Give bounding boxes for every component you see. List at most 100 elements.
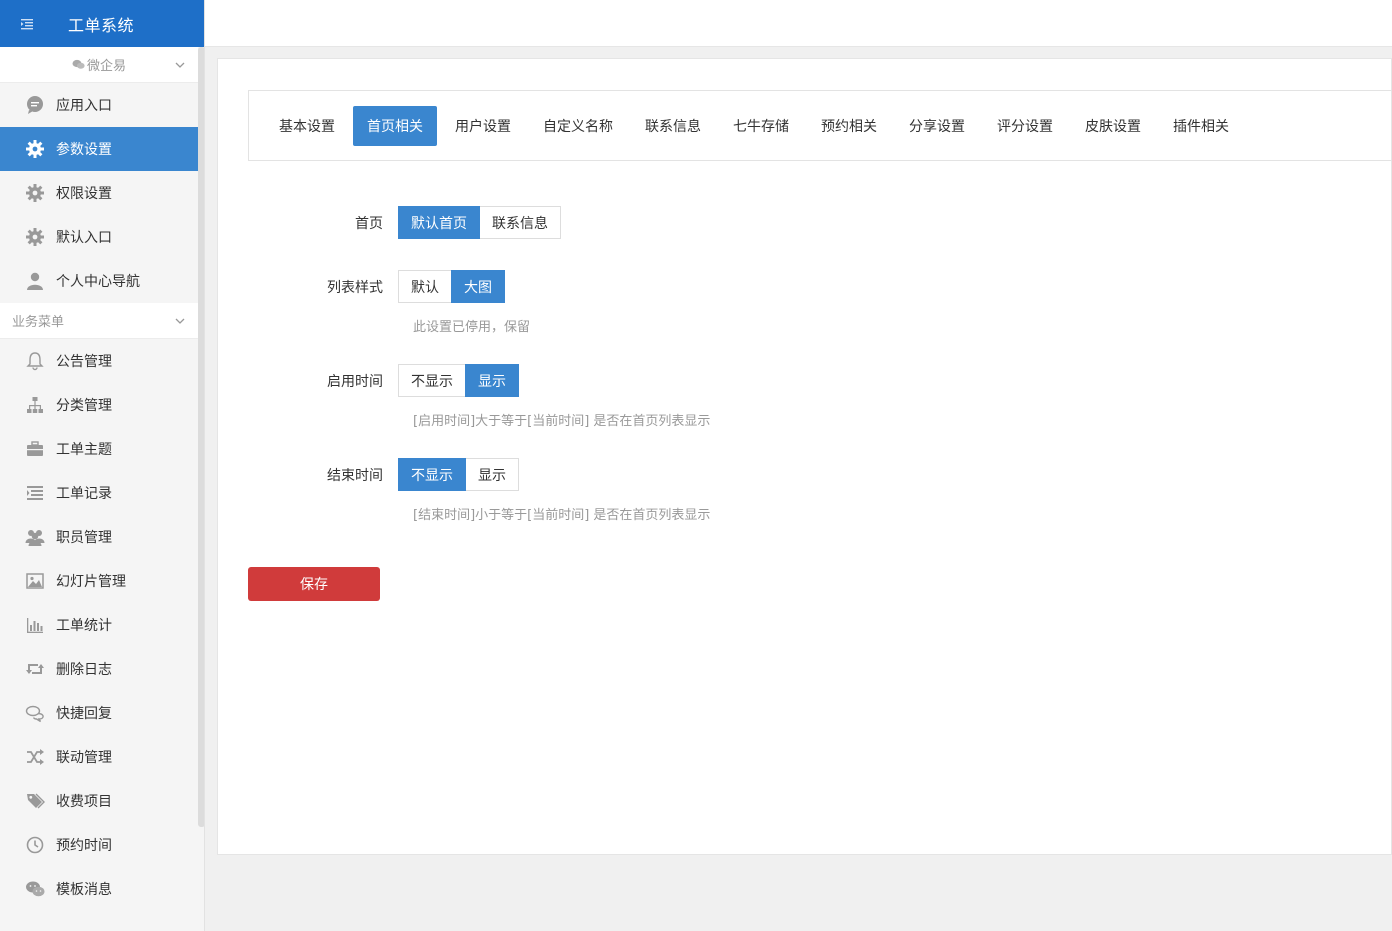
sidebar-item-label: 预约时间: [56, 838, 112, 854]
sidebar-item[interactable]: 删除日志: [0, 647, 198, 691]
sidebar-item[interactable]: 幻灯片管理: [0, 559, 198, 603]
form-row-home: 首页 默认首页 联系信息: [218, 206, 561, 239]
settings-tab[interactable]: 用户设置: [441, 106, 525, 146]
wechat-icon: [26, 881, 45, 897]
sitemap-icon: [27, 397, 43, 413]
toggle-option[interactable]: 联系信息: [479, 206, 561, 239]
hint-text: [启用时间]大于等于[当前时间] 是否在首页列表显示: [413, 414, 711, 429]
sidebar-item-label: 职员管理: [56, 530, 112, 546]
sidebar-item-label: 工单主题: [56, 442, 112, 458]
form-label: 列表样式: [327, 279, 383, 296]
sidebar-item-label: 模板消息: [56, 882, 112, 898]
app-title: 工单系统: [68, 15, 135, 35]
sidebar-group-business[interactable]: 业务菜单: [0, 303, 198, 339]
sidebar-item-label: 工单统计: [56, 618, 112, 634]
settings-tab[interactable]: 分享设置: [895, 106, 979, 146]
form-label: 启用时间: [327, 373, 383, 390]
retweet-icon: [26, 664, 44, 674]
briefcase-icon: [27, 441, 43, 456]
gear-icon: [26, 228, 44, 246]
sidebar-item-label: 默认入口: [56, 230, 112, 246]
sidebar-item-label: 快捷回复: [56, 706, 112, 722]
sidebar-item-label: 参数设置: [56, 142, 112, 158]
form-label: 结束时间: [327, 467, 383, 484]
sidebar: 工单系统 微企易 应用入口参数设置权限设置默认入口个人中心导航 业务菜单 公告管…: [0, 0, 205, 931]
sidebar-group-label: 业务菜单: [12, 315, 65, 330]
indent-icon: [21, 18, 33, 29]
sidebar-item[interactable]: 联动管理: [0, 735, 198, 779]
sidebar-item-label: 删除日志: [56, 662, 112, 678]
settings-tab[interactable]: 皮肤设置: [1071, 106, 1155, 146]
content-panel: 基本设置 首页相关 用户设置 自定义名称 联系信息 七牛存储 预约相关 分享设置 评分设置 皮肤设…: [217, 58, 1392, 855]
sidebar-item[interactable]: 工单统计: [0, 603, 198, 647]
sidebar-group-weiqiyi[interactable]: 微企易: [0, 47, 198, 83]
toggle-option[interactable]: 不显示: [398, 364, 466, 397]
sidebar-item-label: 幻灯片管理: [56, 574, 126, 590]
toggle-option[interactable]: 显示: [465, 458, 519, 491]
comments-icon: [25, 705, 44, 723]
sidebar-item[interactable]: 个人中心导航: [0, 259, 198, 303]
menu-toggle-button[interactable]: [0, 17, 54, 31]
settings-tab[interactable]: 基本设置: [265, 106, 349, 146]
hint-text: 此设置已停用，保留: [413, 320, 531, 335]
bar-chart-icon: [27, 618, 43, 633]
sidebar-item[interactable]: 预约时间: [0, 823, 198, 867]
toggle-option[interactable]: 默认首页: [398, 206, 480, 239]
sidebar-item-label: 收费项目: [56, 794, 112, 810]
form-row-start-time: 启用时间 不显示 显示: [218, 364, 519, 397]
sidebar-item[interactable]: 快捷回复: [0, 691, 198, 735]
sidebar-item[interactable]: 收费项目: [0, 779, 198, 823]
sidebar-item[interactable]: 工单记录: [0, 471, 198, 515]
settings-tab[interactable]: 联系信息: [631, 106, 715, 146]
hint-text: [结束时间]小于等于[当前时间] 是否在首页列表显示: [413, 508, 711, 523]
toggle-option[interactable]: 默认: [398, 270, 452, 303]
settings-tab[interactable]: 首页相关: [353, 105, 437, 146]
sidebar-item[interactable]: 模板消息: [0, 867, 198, 911]
sidebar-group-label: 微企易: [86, 59, 126, 74]
brand-bar: 工单系统: [0, 0, 204, 47]
list-style-toggle-group: 默认 大图: [398, 270, 505, 303]
form-row-list-style: 列表样式 默认 大图: [218, 270, 505, 303]
form-row-end-time: 结束时间 不显示 显示: [218, 458, 519, 491]
toggle-option[interactable]: 不显示: [398, 458, 466, 491]
gear-icon: [26, 184, 44, 202]
user-icon: [27, 272, 43, 290]
sidebar-item-label: 公告管理: [56, 354, 112, 370]
sidebar-item[interactable]: 公告管理: [0, 339, 198, 383]
form-label: 首页: [355, 215, 383, 232]
settings-tab[interactable]: 七牛存储: [719, 106, 803, 146]
users-icon: [25, 530, 45, 546]
sidebar-item[interactable]: 职员管理: [0, 515, 198, 559]
list-icon: [27, 486, 43, 500]
wechat-icon: [72, 59, 85, 69]
sidebar-item[interactable]: 参数设置: [0, 127, 204, 171]
end-time-toggle-group: 不显示 显示: [398, 458, 519, 491]
shuffle-icon: [27, 749, 44, 765]
image-icon: [26, 573, 44, 589]
settings-tab[interactable]: 预约相关: [807, 106, 891, 146]
start-time-toggle-group: 不显示 显示: [398, 364, 519, 397]
clock-icon: [26, 836, 44, 854]
sidebar-item[interactable]: 权限设置: [0, 171, 198, 215]
sidebar-scrollbar[interactable]: [198, 47, 204, 827]
chevron-down-icon: [175, 318, 185, 324]
tags-icon: [27, 793, 45, 809]
toggle-option[interactable]: 大图: [451, 270, 505, 303]
sidebar-item-label: 联动管理: [56, 750, 112, 766]
sidebar-item[interactable]: 默认入口: [0, 215, 198, 259]
sidebar-item-label: 权限设置: [56, 186, 112, 202]
sidebar-item-label: 应用入口: [56, 98, 112, 114]
settings-tab[interactable]: 评分设置: [983, 106, 1067, 146]
toggle-option[interactable]: 显示: [465, 364, 519, 397]
sidebar-item-label: 分类管理: [56, 398, 112, 414]
sidebar-item[interactable]: 分类管理: [0, 383, 198, 427]
settings-tabs: 基本设置 首页相关 用户设置 自定义名称 联系信息 七牛存储 预约相关 分享设置 评分设置 皮肤设…: [248, 90, 1392, 161]
settings-tab[interactable]: 自定义名称: [529, 106, 627, 146]
gear-icon: [26, 140, 44, 158]
sidebar-item[interactable]: 工单主题: [0, 427, 198, 471]
sidebar-item-label: 工单记录: [56, 486, 112, 502]
chat-bubble-icon: [27, 96, 43, 114]
settings-tab[interactable]: 插件相关: [1159, 106, 1243, 146]
sidebar-item[interactable]: 应用入口: [0, 83, 198, 127]
save-button[interactable]: 保存: [248, 567, 380, 601]
